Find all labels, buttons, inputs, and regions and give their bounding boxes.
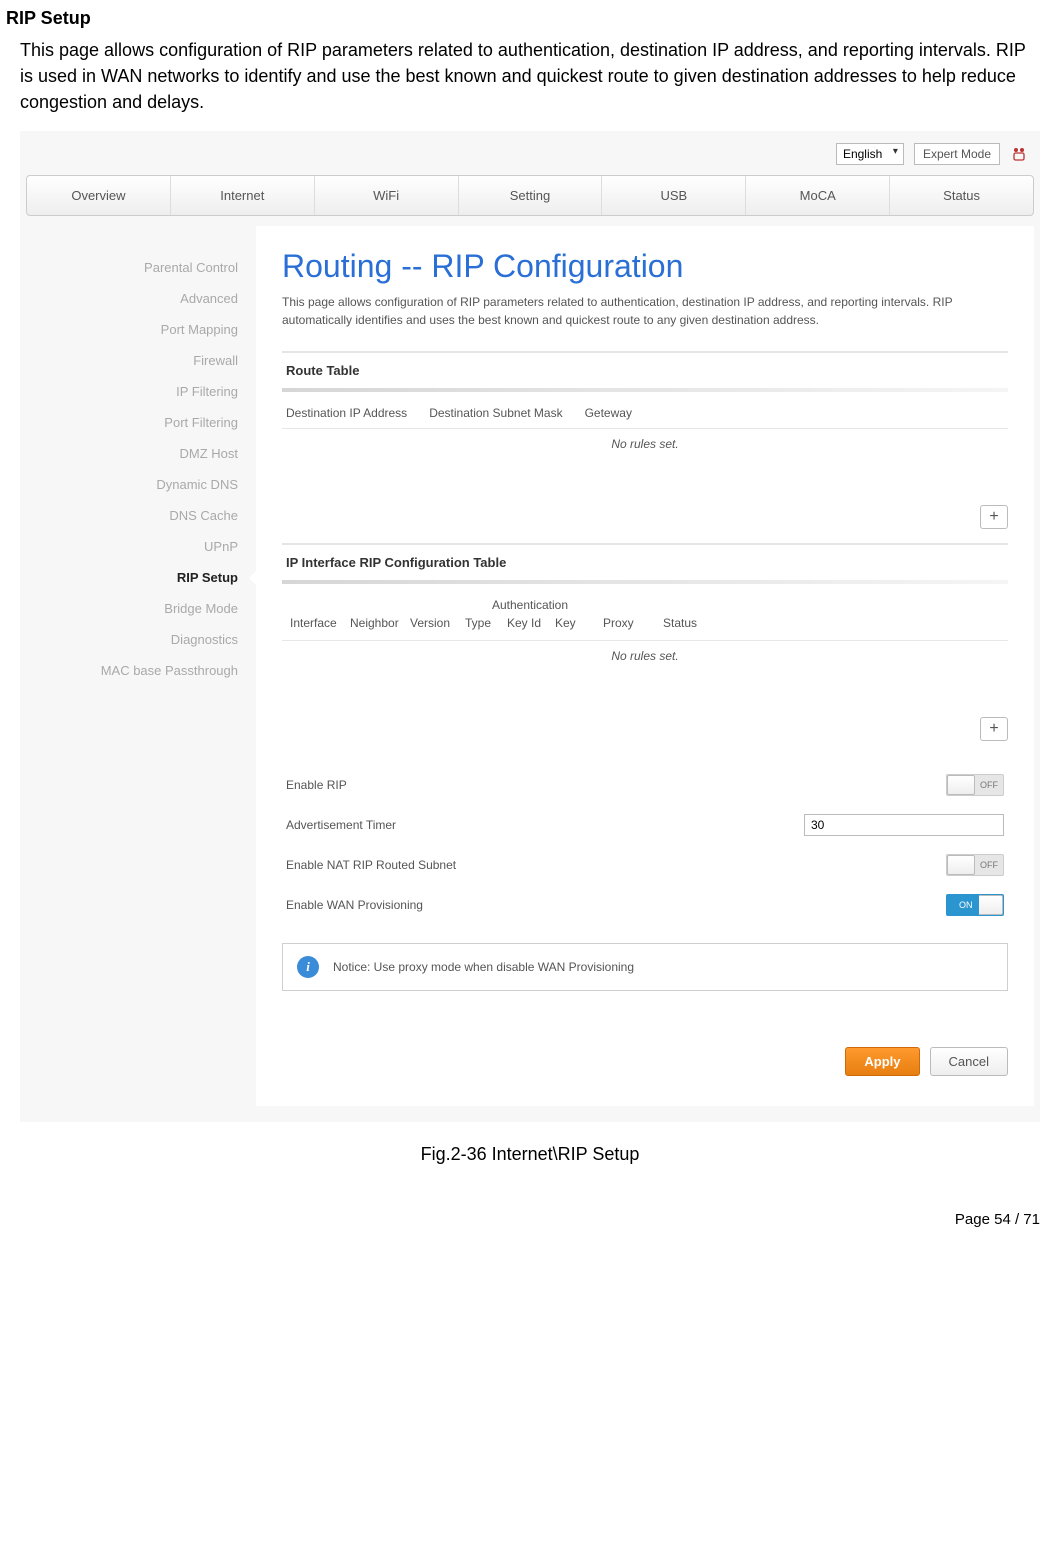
route-table-title: Route Table [282,351,1008,388]
add-rip-button[interactable]: + [980,717,1008,741]
language-select[interactable]: English [836,143,904,165]
enable-nat-label: Enable NAT RIP Routed Subnet [286,858,456,872]
screenshot-container: English Expert Mode Overview Internet Wi… [20,131,1040,1122]
cancel-button[interactable]: Cancel [930,1047,1008,1076]
page-footer: Page 54 / 71 [0,1171,1060,1238]
sidebar-item-port-mapping[interactable]: Port Mapping [26,314,256,345]
col-key: Key [551,614,599,632]
page-description: This page allows configuration of RIP pa… [282,293,1008,329]
tab-overview[interactable]: Overview [27,176,171,215]
enable-rip-label: Enable RIP [286,778,347,792]
doc-intro: This page allows configuration of RIP pa… [0,33,1060,123]
toggle-knob [947,775,975,795]
tab-internet[interactable]: Internet [171,176,315,215]
enable-rip-toggle[interactable]: OFF [946,774,1004,796]
rip-table-title: IP Interface RIP Configuration Table [282,543,1008,580]
col-status: Status [659,614,719,632]
adv-timer-input[interactable] [804,814,1004,836]
notice-text: Notice: Use proxy mode when disable WAN … [333,960,634,974]
content-panel: Routing -- RIP Configuration This page a… [256,226,1034,1106]
sidebar-item-mac-passthrough[interactable]: MAC base Passthrough [26,655,256,686]
sidebar-item-rip-setup[interactable]: RIP Setup [26,562,256,593]
toggle-text: ON [953,895,979,915]
toggle-knob [975,895,1003,915]
route-table-header: Destination IP Address Destination Subne… [282,402,1008,429]
enable-nat-toggle[interactable]: OFF [946,854,1004,876]
col-gateway: Geteway [585,406,632,420]
add-route-button[interactable]: + [980,505,1008,529]
toggle-knob [947,855,975,875]
sidebar: Parental Control Advanced Port Mapping F… [26,216,256,1116]
sidebar-item-bridge-mode[interactable]: Bridge Mode [26,593,256,624]
col-type: Type [461,614,503,632]
sidebar-item-ip-filtering[interactable]: IP Filtering [26,376,256,407]
page-title: Routing -- RIP Configuration [282,248,1008,285]
tab-setting[interactable]: Setting [459,176,603,215]
sidebar-item-upnp[interactable]: UPnP [26,531,256,562]
col-auth-group: Authentication [461,598,599,614]
sidebar-item-firewall[interactable]: Firewall [26,345,256,376]
divider [282,580,1008,584]
notice-box: i Notice: Use proxy mode when disable WA… [282,943,1008,991]
sidebar-item-dns-cache[interactable]: DNS Cache [26,500,256,531]
enable-wan-label: Enable WAN Provisioning [286,898,423,912]
tab-moca[interactable]: MoCA [746,176,890,215]
adv-timer-label: Advertisement Timer [286,818,396,832]
divider [282,388,1008,392]
tab-bar: Overview Internet WiFi Setting USB MoCA … [26,175,1034,216]
col-dest-mask: Destination Subnet Mask [429,406,562,420]
doc-heading: RIP Setup [0,0,1060,33]
language-select-wrap: English [836,143,904,165]
apply-button[interactable]: Apply [845,1047,919,1076]
sidebar-item-advanced[interactable]: Advanced [26,283,256,314]
col-keyid: Key Id [503,614,551,632]
col-dest-ip: Destination IP Address [286,406,407,420]
col-neighbor: Neighbor [346,614,406,632]
info-icon: i [297,956,319,978]
sidebar-item-port-filtering[interactable]: Port Filtering [26,407,256,438]
settings-block: Enable RIP OFF Advertisement Timer Enabl… [282,765,1008,925]
expert-mode-button[interactable]: Expert Mode [914,143,1000,165]
tab-status[interactable]: Status [890,176,1033,215]
tab-wifi[interactable]: WiFi [315,176,459,215]
sidebar-item-dynamic-dns[interactable]: Dynamic DNS [26,469,256,500]
toggle-text: OFF [980,780,998,790]
route-table-empty: No rules set. [282,429,1008,469]
tab-usb[interactable]: USB [602,176,746,215]
sidebar-item-parental-control[interactable]: Parental Control [26,252,256,283]
col-proxy: Proxy [599,614,659,632]
col-interface: Interface [286,614,346,632]
enable-wan-toggle[interactable]: ON [946,894,1004,916]
top-bar: English Expert Mode [26,137,1034,175]
figure-caption: Fig.2-36 Internet\RIP Setup [0,1130,1060,1171]
rip-table-empty: No rules set. [282,641,1008,681]
toggle-text: OFF [980,860,998,870]
robot-icon[interactable] [1010,145,1028,163]
col-version: Version [406,614,461,632]
main-body: Parental Control Advanced Port Mapping F… [26,216,1034,1116]
action-buttons: Apply Cancel [282,1047,1008,1076]
rip-table-header: Authentication Interface Neighbor Versio… [282,594,1008,641]
sidebar-item-dmz-host[interactable]: DMZ Host [26,438,256,469]
sidebar-item-diagnostics[interactable]: Diagnostics [26,624,256,655]
